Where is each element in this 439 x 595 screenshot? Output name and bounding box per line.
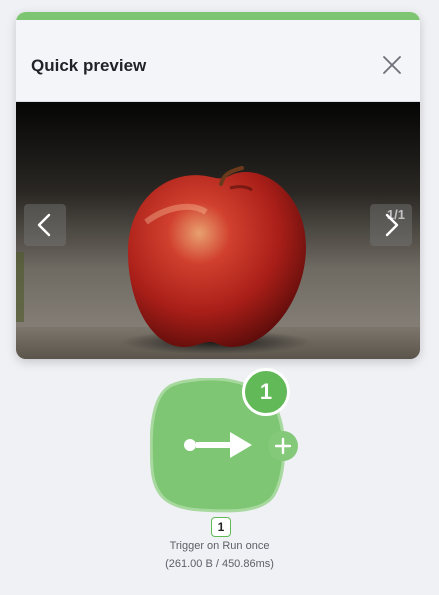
node-output-count[interactable]: 1 — [211, 517, 231, 537]
preview-image: 1/1 — [16, 102, 420, 359]
chevron-right-icon — [385, 213, 399, 237]
chevron-left-icon — [37, 213, 51, 237]
node-stats: (261.00 B / 450.86ms) — [165, 558, 274, 570]
panel-accent-bar — [16, 12, 420, 20]
plus-icon — [274, 437, 292, 455]
close-icon — [383, 56, 401, 74]
previous-image-button[interactable] — [24, 204, 66, 246]
quick-preview-panel: Quick preview 1/1 — [16, 12, 420, 359]
apple-photo — [16, 102, 420, 359]
panel-header: Quick preview — [16, 20, 420, 102]
trigger-node: 1 — [149, 368, 310, 513]
close-button[interactable] — [380, 53, 404, 77]
next-image-button[interactable] — [370, 204, 412, 246]
workflow-canvas: Quick preview 1/1 1 1 Trigger on Run onc… — [0, 0, 439, 595]
panel-title: Quick preview — [31, 56, 147, 75]
node-label: Trigger on Run once — [169, 540, 270, 552]
execution-count-badge: 1 — [242, 368, 290, 416]
add-node-button[interactable] — [268, 431, 298, 461]
